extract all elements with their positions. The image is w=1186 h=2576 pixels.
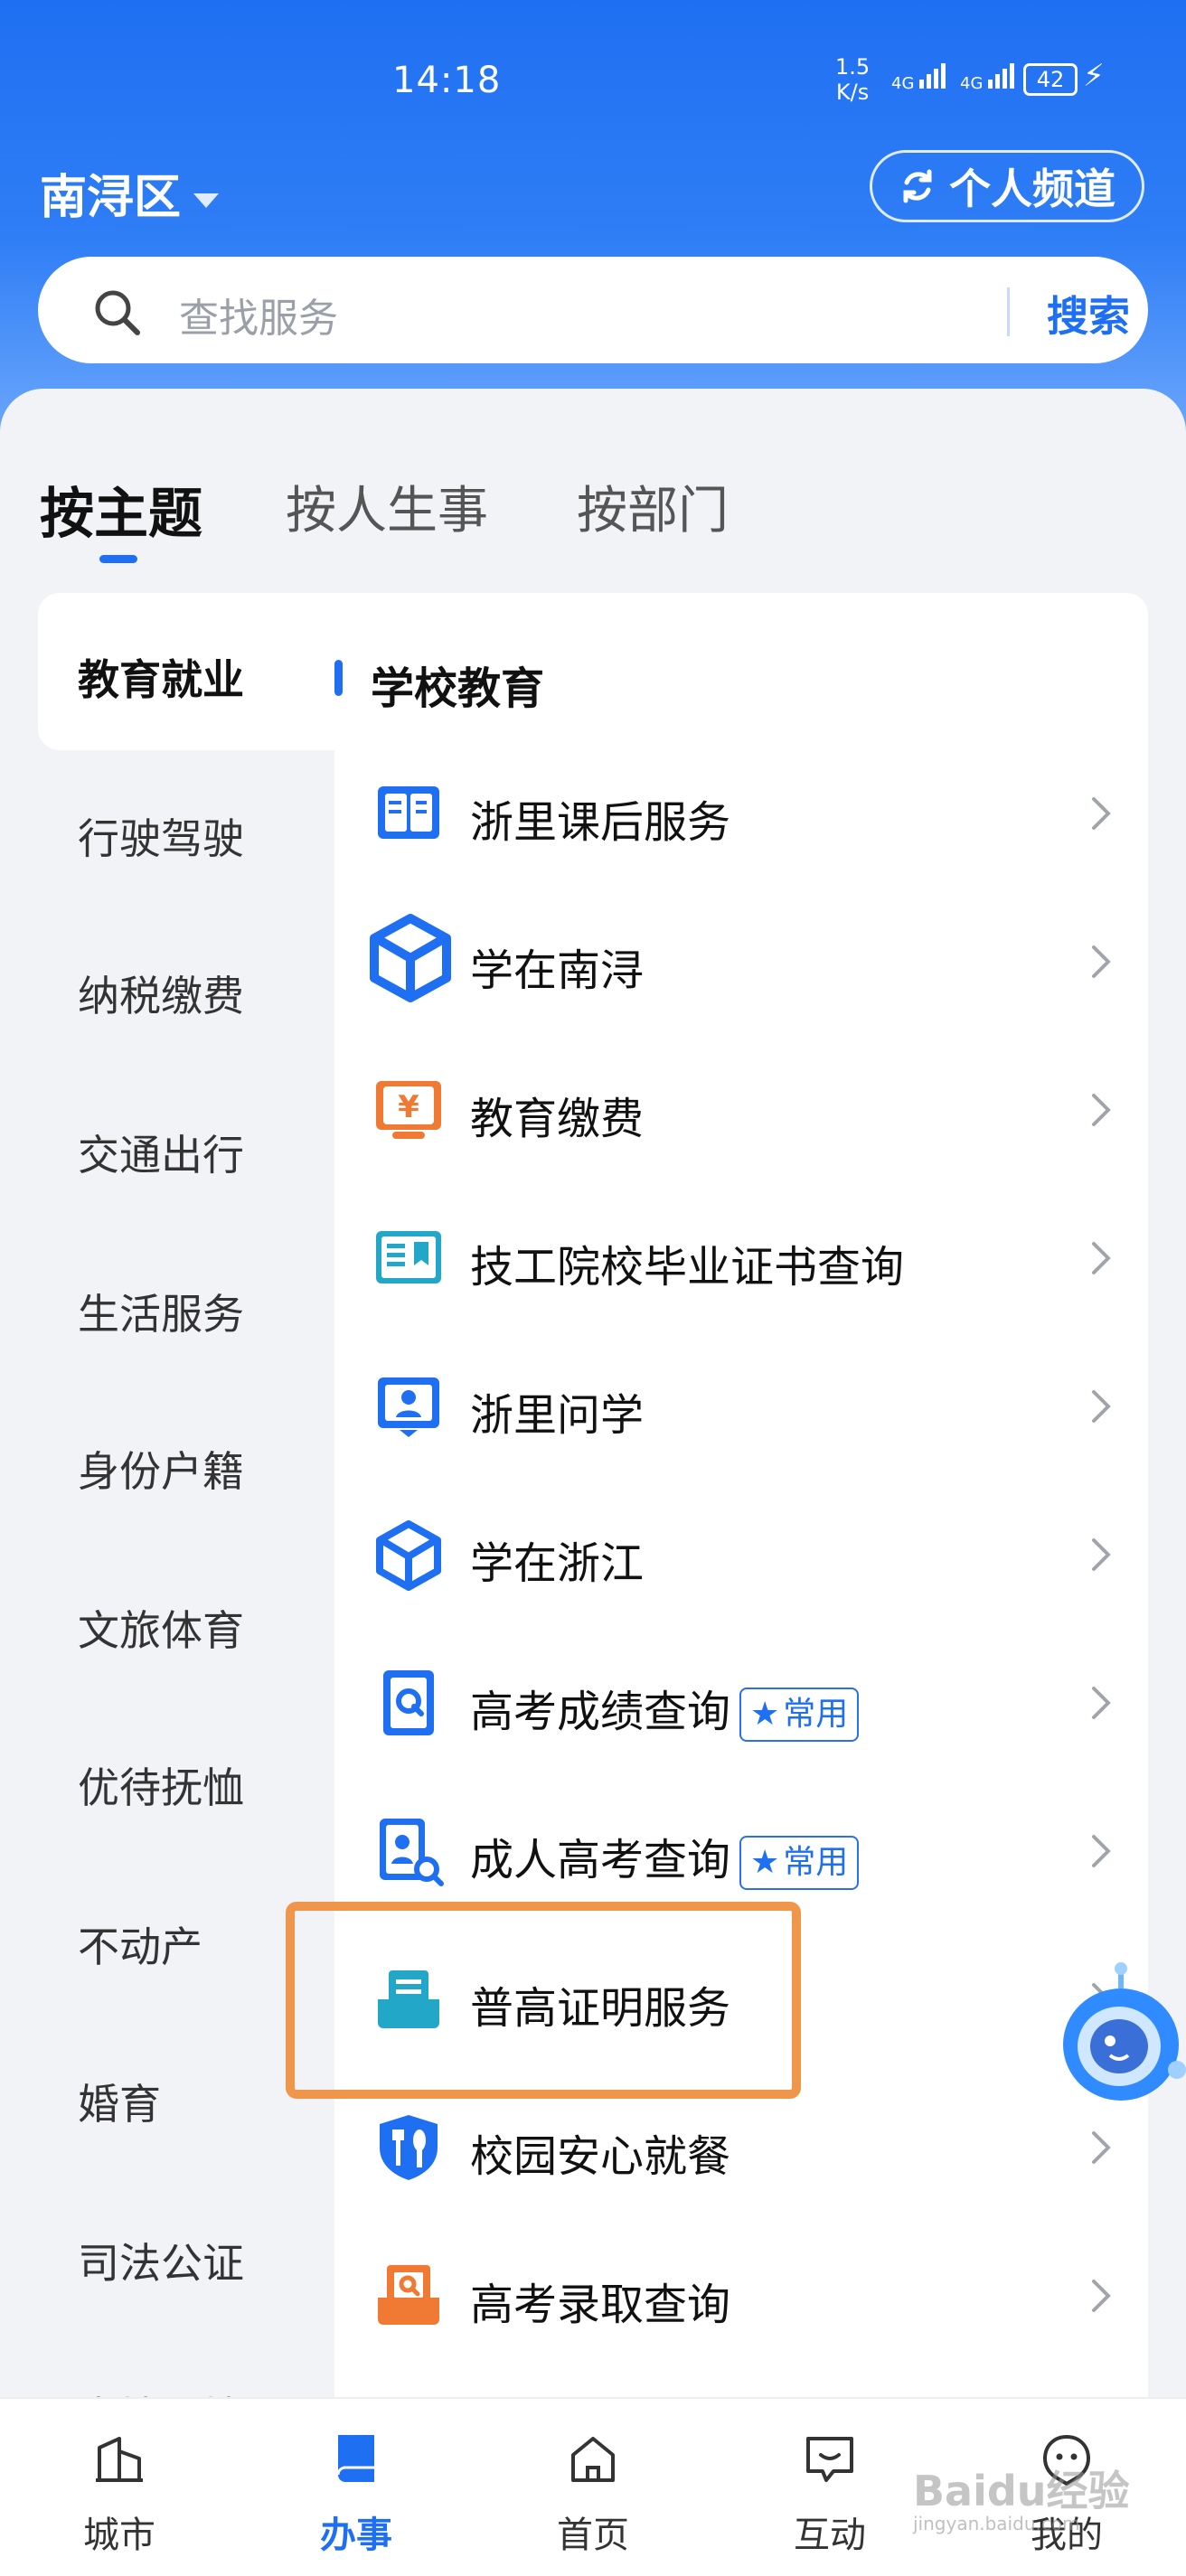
frequent-badge: ★ 常用 bbox=[739, 1688, 860, 1742]
status-bar: 14:18 1.5 K/s 4G 4G 42 ⚡ bbox=[0, 52, 1186, 116]
service-row-gaokao-admission[interactable]: 高考录取查询 bbox=[334, 2222, 1148, 2370]
search-divider bbox=[1007, 287, 1010, 336]
signal-icon-2: 4G bbox=[960, 61, 1021, 93]
book-icon bbox=[378, 786, 439, 839]
service-row-zheli-after-school[interactable]: 浙里课后服务 bbox=[334, 739, 1148, 888]
service-row-gaokao-score[interactable]: 高考成绩查询 ★ 常用 bbox=[334, 1629, 1148, 1777]
admission-icon bbox=[378, 2265, 439, 2325]
section-title: 学校教育 bbox=[371, 663, 545, 714]
frequent-badge: ★ 常用 bbox=[739, 1836, 860, 1890]
yuan-payment-icon: ¥ bbox=[376, 1081, 441, 1139]
section-marker bbox=[334, 660, 343, 696]
service-label: 高考录取查询 bbox=[470, 2280, 731, 2330]
assistant-robot-icon[interactable] bbox=[1056, 1961, 1186, 2115]
tab-by-topic[interactable]: 按主题 bbox=[40, 470, 202, 549]
category-item-marriage[interactable]: 婚育 bbox=[78, 2072, 161, 2131]
chevron-right-icon bbox=[1092, 1538, 1111, 1571]
nav-home[interactable]: 首页 bbox=[512, 2399, 674, 2576]
nav-affairs[interactable]: 办事 bbox=[275, 2399, 438, 2576]
certificate-icon bbox=[376, 1231, 441, 1283]
search-input[interactable]: 查找服务 bbox=[179, 286, 338, 343]
service-label: 浙里问学 bbox=[470, 1390, 645, 1441]
student-icon bbox=[378, 1377, 439, 1437]
dining-shield-icon bbox=[380, 2115, 438, 2180]
service-label: 学在浙江 bbox=[470, 1538, 645, 1589]
category-item-driving[interactable]: 行驶驾驶 bbox=[78, 806, 244, 866]
charging-icon: ⚡ bbox=[1083, 58, 1105, 94]
category-item-education[interactable]: 教育就业 bbox=[78, 647, 244, 707]
chat-icon bbox=[806, 2437, 853, 2482]
service-label: 技工院校毕业证书查询 bbox=[470, 1242, 905, 1293]
nav-city[interactable]: 城市 bbox=[38, 2399, 201, 2576]
tab-bar: 按主题 按人生事 按部门 bbox=[0, 470, 1186, 560]
chevron-right-icon bbox=[1092, 1390, 1111, 1423]
refresh-icon bbox=[903, 169, 932, 203]
cube-icon bbox=[376, 1520, 441, 1591]
cube-icon bbox=[370, 914, 451, 1002]
signal-icon: 4G bbox=[891, 61, 952, 93]
chevron-right-icon bbox=[1092, 945, 1111, 978]
chevron-right-icon bbox=[1092, 2131, 1111, 2164]
search-doc-icon bbox=[380, 1819, 444, 1886]
service-row-xuezai-zhejiang[interactable]: 学在浙江 bbox=[334, 1481, 1148, 1629]
chevron-right-icon bbox=[1092, 1242, 1111, 1274]
region-selector[interactable]: 南浔区 bbox=[40, 159, 220, 227]
chevron-right-icon bbox=[1092, 1687, 1111, 1719]
status-time: 14:18 bbox=[392, 60, 502, 101]
service-label: 浙里课后服务 bbox=[470, 797, 731, 848]
home-icon bbox=[571, 2437, 615, 2482]
service-row-education-payment[interactable]: ¥ 教育缴费 bbox=[334, 1036, 1148, 1184]
search-icon bbox=[95, 290, 140, 335]
search-bar[interactable]: 查找服务 搜索 bbox=[38, 257, 1148, 363]
category-item-transport[interactable]: 交通出行 bbox=[78, 1123, 244, 1182]
personal-channel-button[interactable]: 个人频道 bbox=[870, 150, 1144, 222]
category-item-preferential[interactable]: 优待抚恤 bbox=[78, 1755, 244, 1815]
net-speed: 1.5 K/s bbox=[835, 54, 871, 105]
star-icon: ★ bbox=[750, 1844, 780, 1881]
service-label: 校园安心就餐 bbox=[470, 2131, 731, 2182]
chevron-right-icon bbox=[1092, 797, 1111, 830]
service-label: 高考成绩查询 ★ 常用 bbox=[470, 1676, 860, 1742]
service-label: 教育缴费 bbox=[470, 1094, 645, 1144]
service-row-technical-certificate[interactable]: 技工院校毕业证书查询 bbox=[334, 1184, 1148, 1332]
query-doc-icon bbox=[383, 1670, 434, 1735]
service-label: 成人高考查询 ★ 常用 bbox=[470, 1824, 860, 1890]
chevron-right-icon bbox=[1092, 2280, 1111, 2312]
battery-icon: 42 bbox=[1023, 63, 1078, 96]
search-button[interactable]: 搜索 bbox=[1047, 284, 1130, 343]
nav-interact[interactable]: 互动 bbox=[748, 2399, 911, 2576]
watermark: Baidu经验 jingyan.baidu.com bbox=[913, 2467, 1130, 2534]
highlight-box bbox=[286, 1902, 801, 2099]
city-icon bbox=[96, 2437, 143, 2482]
category-item-life[interactable]: 生活服务 bbox=[78, 1282, 244, 1341]
service-row-xuezai-nanxun[interactable]: 学在南浔 bbox=[334, 888, 1148, 1036]
category-item-notary[interactable]: 司法公证 bbox=[78, 2231, 244, 2290]
active-tab-indicator bbox=[99, 555, 137, 563]
category-item-culture[interactable]: 文旅体育 bbox=[78, 1598, 244, 1658]
service-label: 学在南浔 bbox=[470, 945, 645, 996]
tab-by-department[interactable]: 按部门 bbox=[577, 470, 729, 543]
caret-down-icon bbox=[193, 193, 220, 208]
tab-by-life-event[interactable]: 按人生事 bbox=[286, 470, 488, 543]
service-row-zheli-wenxue[interactable]: 浙里问学 bbox=[334, 1332, 1148, 1481]
category-item-real-estate[interactable]: 不动产 bbox=[78, 1914, 202, 1974]
affairs-icon bbox=[336, 2435, 374, 2482]
svg-text:¥: ¥ bbox=[398, 1089, 419, 1125]
category-item-identity[interactable]: 身份户籍 bbox=[78, 1439, 244, 1499]
star-icon: ★ bbox=[750, 1696, 780, 1733]
chevron-right-icon bbox=[1092, 1094, 1111, 1126]
category-item-tax[interactable]: 纳税缴费 bbox=[78, 964, 244, 1023]
chevron-right-icon bbox=[1092, 1835, 1111, 1867]
